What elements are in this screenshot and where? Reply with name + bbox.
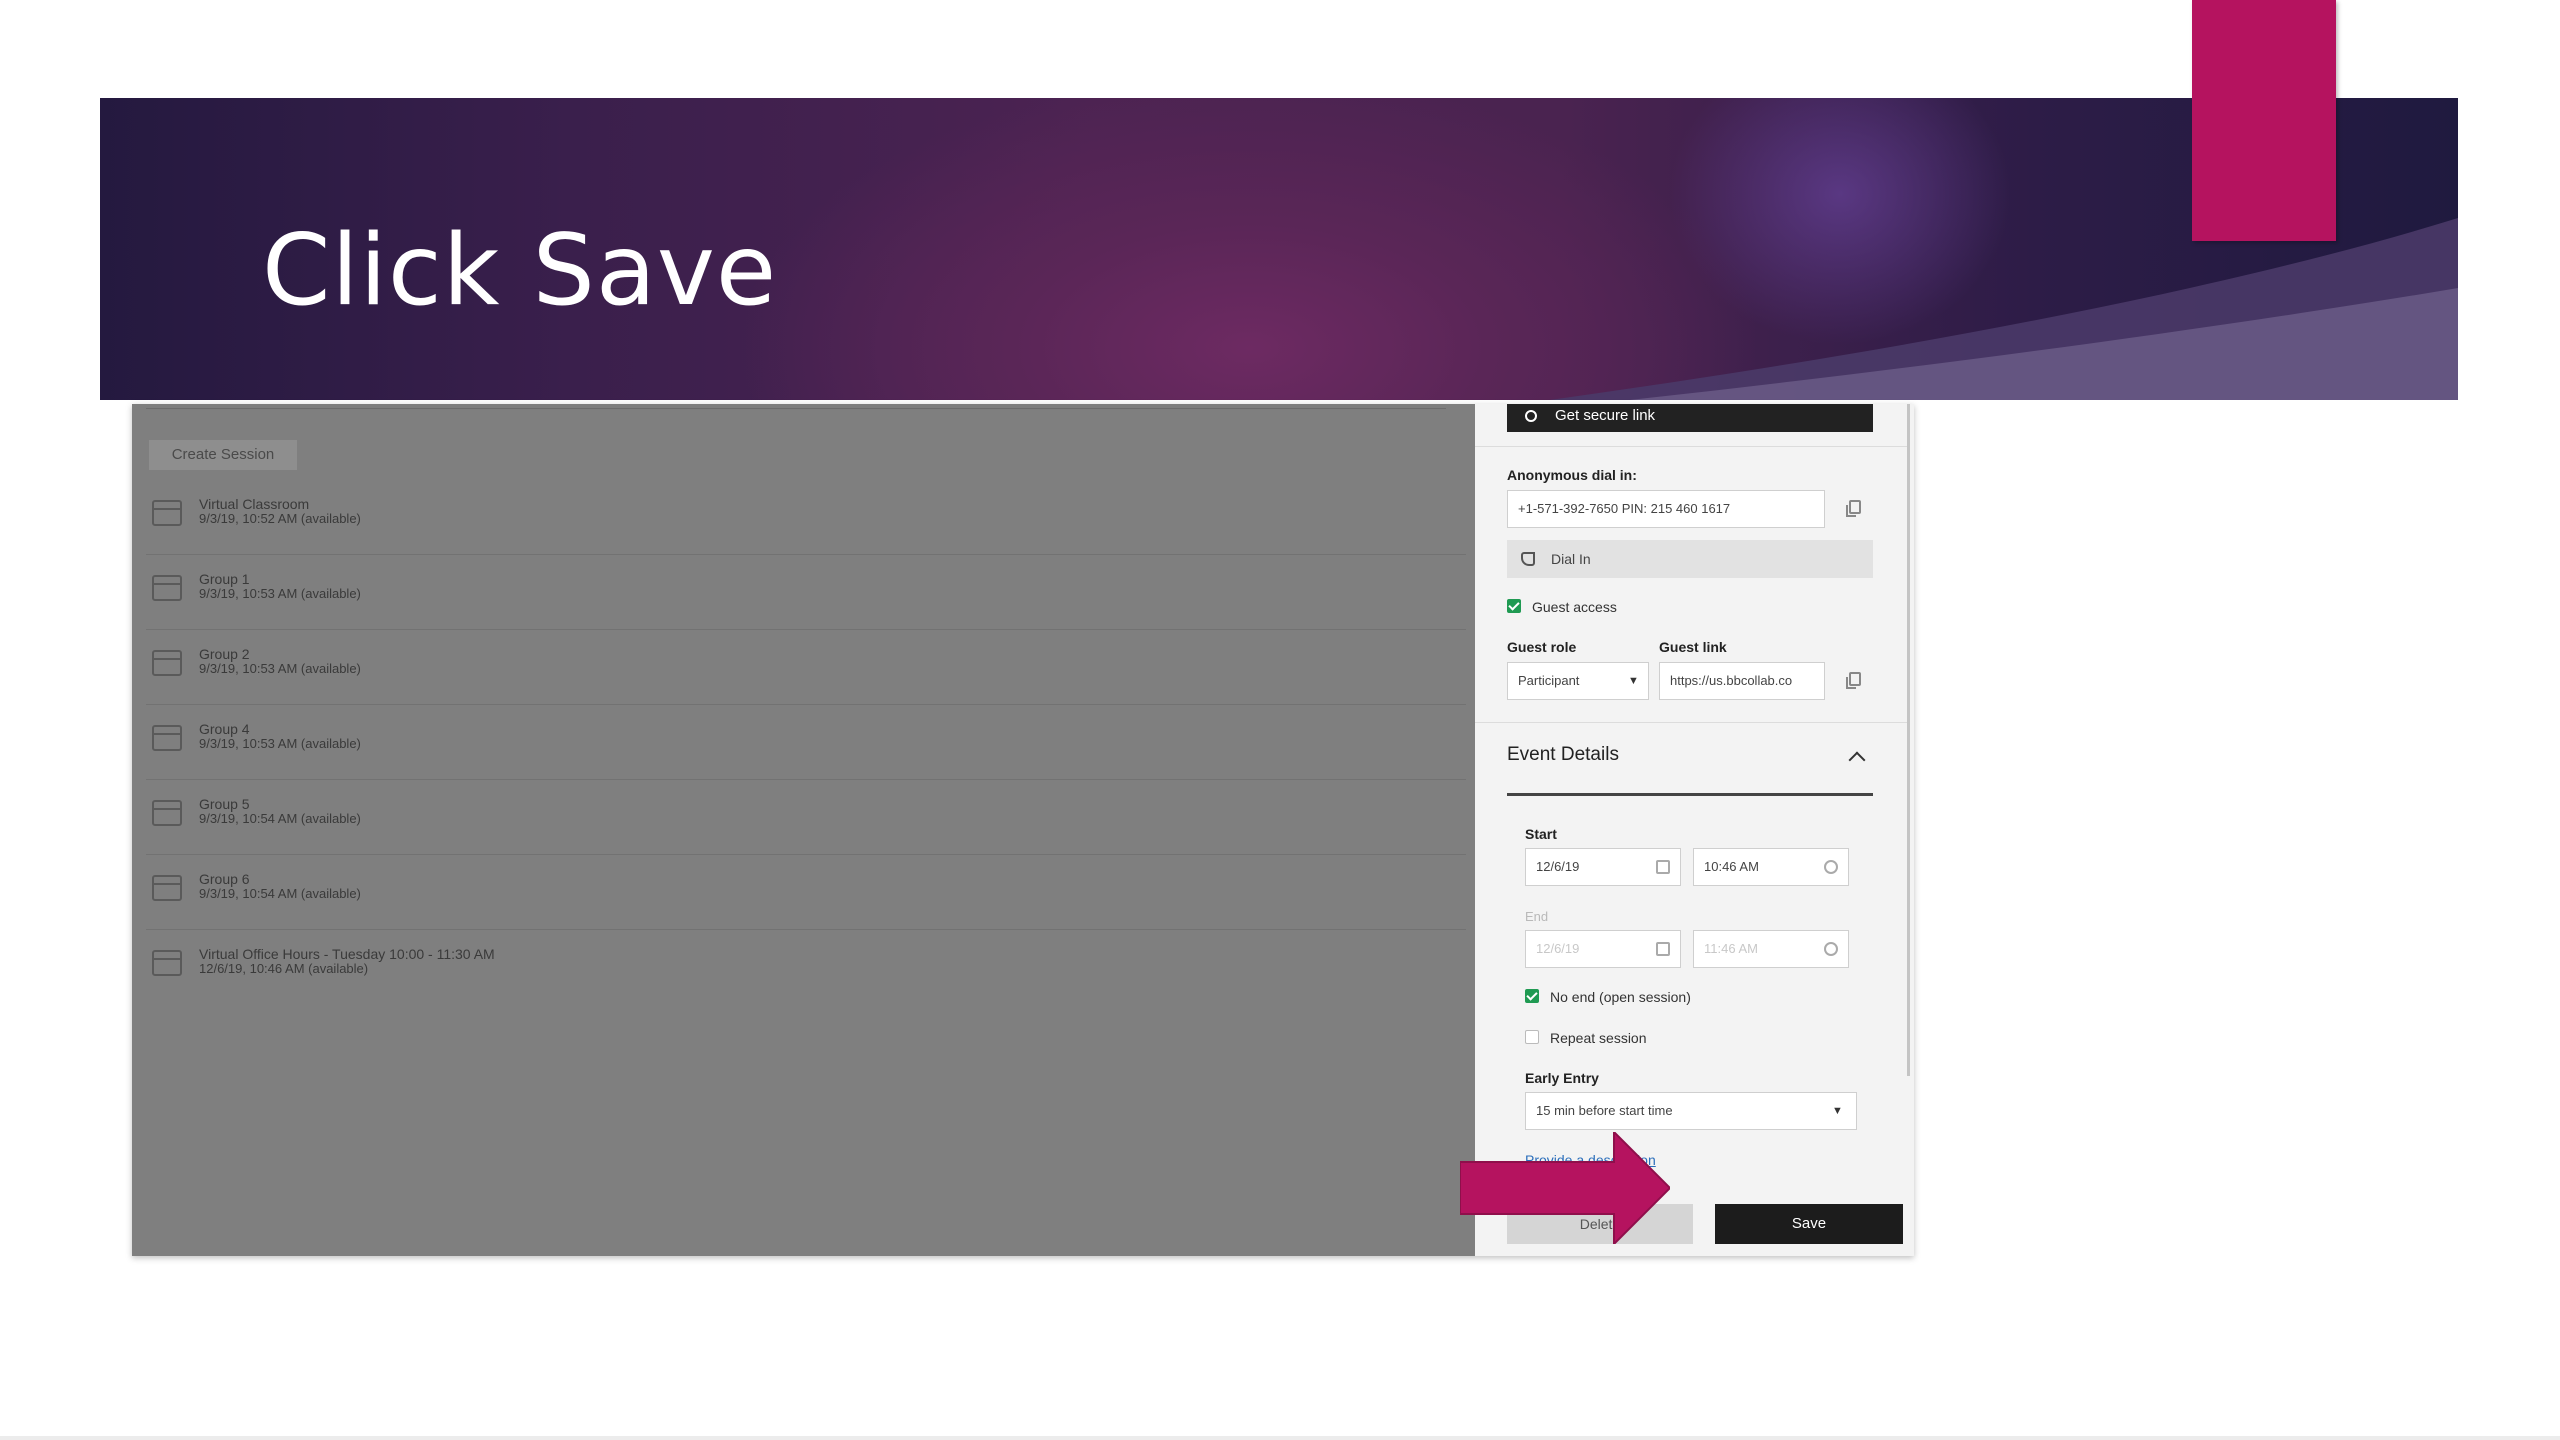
guest-role-select[interactable]: Participant ▼ (1507, 662, 1649, 700)
link-icon (1525, 410, 1537, 422)
session-item[interactable]: Virtual Classroom 9/3/19, 10:52 AM (avai… (146, 480, 1466, 555)
phone-icon (1521, 552, 1535, 566)
caret-down-icon: ▼ (1628, 675, 1639, 687)
start-time-value: 10:46 AM (1704, 859, 1759, 874)
slide-title: Click Save (262, 214, 778, 328)
session-meta: 9/3/19, 10:54 AM (available) (199, 811, 361, 826)
arrow-pointer-icon (1460, 1132, 1670, 1244)
early-entry-select[interactable]: 15 min before start time ▼ (1525, 1092, 1857, 1130)
calendar-icon (1656, 942, 1670, 956)
early-entry-value: 15 min before start time (1536, 1103, 1673, 1118)
panel-scrollbar[interactable] (1907, 404, 1910, 1076)
guest-link-value: https://us.bbcollab.co (1670, 673, 1793, 688)
calendar-icon (152, 575, 182, 601)
anon-dial-field[interactable]: +1-571-392-7650 PIN: 215 460 1617 (1507, 490, 1825, 528)
guest-link-label: Guest link (1659, 639, 1727, 655)
guest-link-field[interactable]: https://us.bbcollab.co (1659, 662, 1825, 700)
session-meta: 9/3/19, 10:54 AM (available) (199, 886, 361, 901)
session-item[interactable]: Group 6 9/3/19, 10:54 AM (available) (146, 855, 1466, 930)
divider (1475, 446, 1907, 447)
end-time-field: 11:46 AM (1693, 930, 1849, 968)
repeat-session-checkbox[interactable] (1525, 1030, 1539, 1044)
event-details-title[interactable]: Event Details (1507, 744, 1619, 766)
early-entry-label: Early Entry (1525, 1070, 1599, 1086)
calendar-icon (152, 800, 182, 826)
copy-icon[interactable] (1846, 500, 1861, 517)
session-meta: 9/3/19, 10:52 AM (available) (199, 511, 361, 526)
anon-dial-value: +1-571-392-7650 PIN: 215 460 1617 (1518, 501, 1731, 516)
session-item[interactable]: Group 4 9/3/19, 10:53 AM (available) (146, 705, 1466, 780)
session-name: Virtual Office Hours - Tuesday 10:00 - 1… (199, 946, 495, 962)
guest-access-label: Guest access (1532, 599, 1617, 615)
repeat-session-label: Repeat session (1550, 1030, 1647, 1046)
guest-access-checkbox[interactable] (1507, 599, 1521, 613)
save-button[interactable]: Save (1715, 1204, 1903, 1244)
end-date-field: 12/6/19 (1525, 930, 1681, 968)
clock-icon (1824, 860, 1838, 874)
collaborate-screenshot: Create Session Virtual Classroom 9/3/19,… (132, 404, 1914, 1256)
start-time-field[interactable]: 10:46 AM (1693, 848, 1849, 886)
calendar-icon (1656, 860, 1670, 874)
guest-role-value: Participant (1518, 673, 1580, 688)
calendar-icon (152, 875, 182, 901)
session-name: Group 1 (199, 571, 250, 587)
start-date-field[interactable]: 12/6/19 (1525, 848, 1681, 886)
bottom-rule (0, 1436, 2560, 1440)
calendar-icon (152, 725, 182, 751)
session-name: Group 5 (199, 796, 250, 812)
sessions-list-pane: Create Session Virtual Classroom 9/3/19,… (132, 404, 1475, 1256)
divider (1475, 722, 1907, 723)
session-item[interactable]: Group 5 9/3/19, 10:54 AM (available) (146, 780, 1466, 855)
calendar-icon (152, 650, 182, 676)
caret-down-icon: ▼ (1832, 1105, 1843, 1117)
session-settings-panel: Get secure link Anonymous dial in: +1-57… (1475, 404, 1914, 1256)
session-meta: 12/6/19, 10:46 AM (available) (199, 961, 369, 976)
anon-dial-label: Anonymous dial in: (1507, 467, 1637, 483)
no-end-checkbox[interactable] (1525, 989, 1539, 1003)
secure-link-label: Get secure link (1555, 407, 1656, 424)
session-item[interactable]: Group 2 9/3/19, 10:53 AM (available) (146, 630, 1466, 705)
start-label: Start (1525, 826, 1557, 842)
end-date-value: 12/6/19 (1536, 941, 1580, 956)
guest-role-label: Guest role (1507, 639, 1577, 655)
clock-icon (1824, 942, 1838, 956)
session-name: Group 4 (199, 721, 250, 737)
session-item[interactable]: Virtual Office Hours - Tuesday 10:00 - 1… (146, 930, 1466, 1004)
session-name: Group 6 (199, 871, 250, 887)
chevron-up-icon[interactable] (1848, 751, 1866, 769)
session-meta: 9/3/19, 10:53 AM (available) (199, 661, 361, 676)
truncated-row (146, 404, 1446, 409)
start-date-value: 12/6/19 (1536, 859, 1580, 874)
calendar-icon (152, 950, 182, 976)
event-details-underline (1507, 793, 1873, 796)
session-name: Virtual Classroom (199, 496, 310, 512)
copy-icon[interactable] (1846, 672, 1861, 689)
accent-rectangle (2192, 0, 2336, 241)
dial-in-label: Dial In (1551, 551, 1591, 567)
no-end-label: No end (open session) (1550, 989, 1691, 1005)
get-secure-link-button[interactable]: Get secure link (1507, 404, 1873, 432)
create-session-button[interactable]: Create Session (149, 440, 297, 470)
session-meta: 9/3/19, 10:53 AM (available) (199, 736, 361, 751)
end-label: End (1525, 909, 1549, 924)
calendar-icon (152, 500, 182, 526)
session-item[interactable]: Group 1 9/3/19, 10:53 AM (available) (146, 555, 1466, 630)
session-meta: 9/3/19, 10:53 AM (available) (199, 586, 361, 601)
session-name: Group 2 (199, 646, 250, 662)
end-time-value: 11:46 AM (1704, 941, 1758, 956)
dial-in-button[interactable]: Dial In (1507, 540, 1873, 578)
